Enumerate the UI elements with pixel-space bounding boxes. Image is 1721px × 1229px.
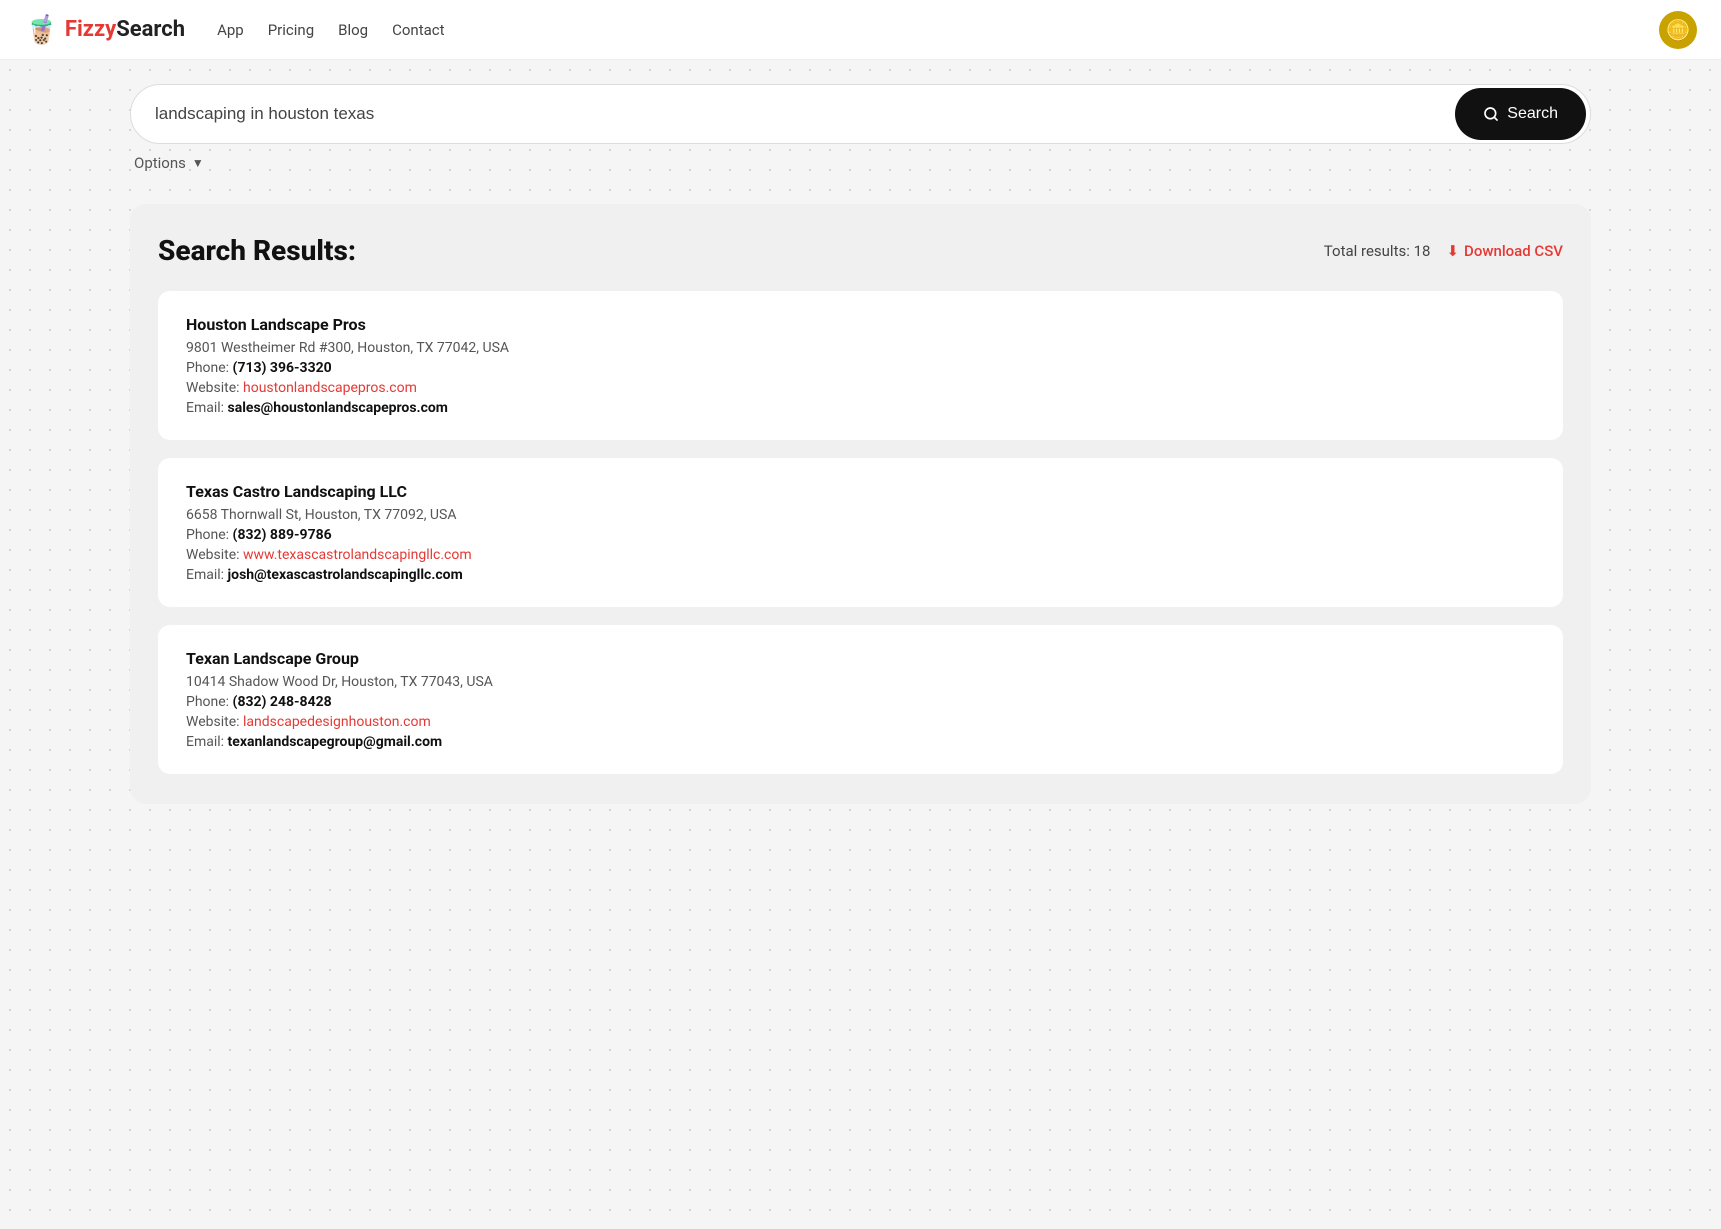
avatar-icon: 🪙 (1666, 18, 1691, 42)
result-email: Email: texanlandscapegroup@gmail.com (186, 734, 1535, 750)
logo-search-text: Search (116, 17, 185, 42)
logo-icon: 🧋 (24, 13, 59, 46)
nav-link-blog[interactable]: Blog (338, 21, 368, 39)
nav-links: App Pricing Blog Contact (217, 20, 1659, 39)
result-name: Houston Landscape Pros (186, 315, 1535, 334)
results-meta: Total results: 18 ⬇ Download CSV (1324, 242, 1563, 260)
search-area: Search Options ▼ (0, 60, 1721, 184)
logo-text: FizzySearch (65, 17, 185, 42)
download-csv-label: Download CSV (1464, 242, 1563, 260)
search-bar: Search (130, 84, 1591, 144)
result-website-link[interactable]: landscapedesignhouston.com (243, 714, 431, 730)
result-name: Texan Landscape Group (186, 649, 1535, 668)
results-container: Search Results: Total results: 18 ⬇ Down… (130, 204, 1591, 804)
result-address: 6658 Thornwall St, Houston, TX 77092, US… (186, 507, 1535, 523)
result-website: Website: houstonlandscapepros.com (186, 380, 1535, 396)
download-icon: ⬇ (1446, 242, 1459, 260)
result-address: 10414 Shadow Wood Dr, Houston, TX 77043,… (186, 674, 1535, 690)
result-phone: Phone: (713) 396-3320 (186, 360, 1535, 376)
result-website: Website: www.texascastrolandscapingllc.c… (186, 547, 1535, 563)
options-row: Options ▼ (130, 154, 1591, 172)
search-button-label: Search (1507, 105, 1558, 123)
result-website-link[interactable]: houstonlandscapepros.com (243, 380, 417, 396)
result-phone: Phone: (832) 889-9786 (186, 527, 1535, 543)
result-website: Website: landscapedesignhouston.com (186, 714, 1535, 730)
download-csv-link[interactable]: ⬇ Download CSV (1446, 242, 1563, 260)
nav-link-pricing[interactable]: Pricing (268, 21, 314, 39)
search-icon (1483, 106, 1499, 122)
nav-link-app[interactable]: App (217, 21, 244, 39)
logo-fizzy: Fizzy (65, 17, 116, 42)
result-address: 9801 Westheimer Rd #300, Houston, TX 770… (186, 340, 1535, 356)
results-header: Search Results: Total results: 18 ⬇ Down… (158, 234, 1563, 267)
logo-link[interactable]: 🧋 FizzySearch (24, 13, 185, 46)
search-input[interactable] (155, 104, 1455, 124)
search-button[interactable]: Search (1455, 88, 1586, 140)
result-email: Email: sales@houstonlandscapepros.com (186, 400, 1535, 416)
result-name: Texas Castro Landscaping LLC (186, 482, 1535, 501)
cards-container: Houston Landscape Pros 9801 Westheimer R… (158, 291, 1563, 774)
result-card: Texan Landscape Group 10414 Shadow Wood … (158, 625, 1563, 774)
navbar: 🧋 FizzySearch App Pricing Blog Contact 🪙 (0, 0, 1721, 60)
options-label[interactable]: Options (134, 154, 186, 172)
options-arrow-icon: ▼ (192, 156, 204, 170)
results-title: Search Results: (158, 234, 356, 267)
result-card: Houston Landscape Pros 9801 Westheimer R… (158, 291, 1563, 440)
result-phone: Phone: (832) 248-8428 (186, 694, 1535, 710)
result-card: Texas Castro Landscaping LLC 6658 Thornw… (158, 458, 1563, 607)
nav-link-contact[interactable]: Contact (392, 21, 444, 39)
result-website-link[interactable]: www.texascastrolandscapingllc.com (243, 547, 472, 563)
result-email: Email: josh@texascastrolandscapingllc.co… (186, 567, 1535, 583)
avatar[interactable]: 🪙 (1659, 11, 1697, 49)
total-results-label: Total results: 18 (1324, 242, 1431, 260)
